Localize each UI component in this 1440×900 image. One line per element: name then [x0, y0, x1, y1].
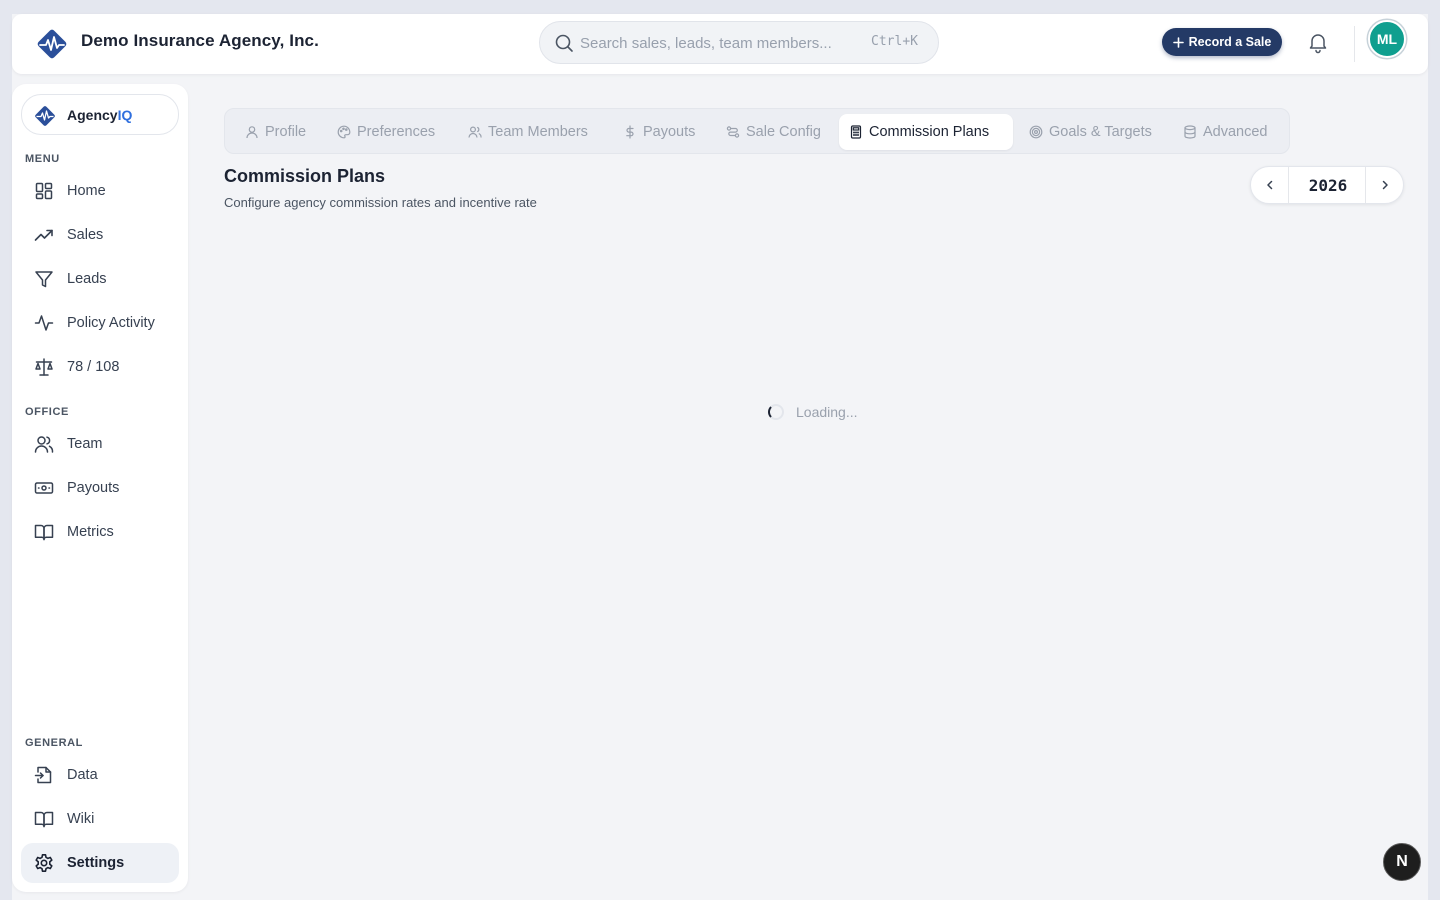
sidebar-item-scale[interactable]: 78 / 108 — [21, 347, 179, 387]
spinner-icon — [768, 404, 784, 420]
tab-team-members[interactable]: Team Members — [458, 114, 598, 150]
page-subtitle: Configure agency commission rates and in… — [224, 195, 537, 210]
dev-tools-button[interactable]: N — [1383, 843, 1421, 881]
search-icon — [555, 34, 573, 52]
loading-indicator: Loading... — [768, 404, 858, 420]
users-icon — [34, 436, 54, 453]
sidebar-item-label: Metrics — [67, 524, 114, 540]
header-divider — [1354, 26, 1355, 62]
sidebar-item-label: Payouts — [67, 480, 120, 496]
sidebar-item-label: Sales — [67, 227, 104, 243]
sidebar-item-label: Policy Activity — [67, 315, 155, 331]
sidebar-item-data[interactable]: Data — [21, 755, 179, 795]
book-open-icon — [34, 811, 54, 828]
sidebar-item-label: Wiki — [67, 811, 95, 827]
year-value: 2026 — [1308, 175, 1348, 195]
avatar[interactable]: ML — [1368, 20, 1406, 58]
sidebar-item-label: Leads — [67, 271, 107, 287]
sidebar-item-policy-activity[interactable]: Policy Activity — [21, 303, 179, 343]
sidebar-item-team[interactable]: Team — [21, 424, 179, 464]
sidebar-item-settings[interactable]: Settings — [21, 843, 179, 883]
sidebar-item-leads[interactable]: Leads — [21, 259, 179, 299]
target-icon — [1029, 125, 1043, 139]
section-label-general: GENERAL — [25, 737, 83, 749]
activity-icon — [34, 315, 54, 331]
next-year-button[interactable] — [1365, 167, 1403, 203]
user-icon — [246, 126, 258, 139]
section-label-menu: MENU — [25, 153, 60, 165]
tab-payouts[interactable]: Payouts — [613, 114, 705, 150]
previous-year-button[interactable] — [1251, 167, 1289, 203]
sidebar-item-wiki[interactable]: Wiki — [21, 799, 179, 839]
tab-preferences[interactable]: Preferences — [327, 114, 445, 150]
sidebar-item-home[interactable]: Home — [21, 171, 179, 211]
tab-advanced[interactable]: Advanced — [1173, 114, 1278, 150]
funnel-icon — [35, 271, 53, 288]
settings-tabs: Profile Preferences Team Members Payouts… — [224, 108, 1290, 154]
sidebar-item-payouts[interactable]: Payouts — [21, 468, 179, 508]
sidebar-item-label: Home — [67, 183, 106, 199]
database-icon — [1184, 125, 1196, 139]
loading-text: Loading... — [796, 404, 858, 420]
calculator-icon — [850, 125, 862, 139]
gear-icon — [35, 854, 53, 872]
bell-icon[interactable] — [1306, 30, 1330, 54]
agency-name: Demo Insurance Agency, Inc. — [81, 31, 319, 50]
search-bar[interactable]: Ctrl+K — [539, 21, 939, 64]
year-picker: 2026 — [1250, 166, 1404, 204]
search-input[interactable] — [580, 30, 850, 56]
palette-icon — [337, 125, 351, 139]
banknote-icon — [34, 482, 54, 494]
grid-icon — [35, 182, 53, 200]
tab-commission-plans[interactable]: Commission Plans — [839, 114, 1013, 150]
agencyiq-logo-icon — [35, 106, 55, 126]
file-import-icon — [34, 766, 52, 784]
plus-icon — [1172, 36, 1184, 48]
sidebar-item-label: Settings — [67, 855, 125, 871]
sidebar-item-metrics[interactable]: Metrics — [21, 512, 179, 552]
tab-profile[interactable]: Profile — [235, 114, 316, 150]
search-shortcut: Ctrl+K — [871, 34, 918, 49]
dollar-icon — [626, 125, 634, 139]
agency-logo-icon[interactable] — [34, 26, 70, 62]
sidebar-brand-name: AgencyIQ — [67, 107, 133, 123]
sidebar: AgencyIQ MENU Home Sales Leads Policy Ac… — [12, 84, 188, 892]
users-icon — [468, 126, 482, 138]
tab-sale-config[interactable]: Sale Config — [716, 114, 831, 150]
sidebar-item-label: 78 / 108 — [67, 359, 120, 375]
trending-up-icon — [34, 229, 53, 241]
sidebar-item-sales[interactable]: Sales — [21, 215, 179, 255]
route-icon — [726, 126, 740, 138]
sidebar-brand[interactable]: AgencyIQ — [21, 94, 179, 135]
scale-icon — [35, 358, 53, 376]
chevron-left-icon — [1266, 180, 1272, 190]
sidebar-item-label: Team — [67, 436, 103, 452]
page-title: Commission Plans — [224, 166, 386, 186]
book-icon — [34, 524, 54, 541]
chevron-right-icon — [1382, 180, 1388, 190]
record-sale-label: Record a Sale — [1188, 35, 1272, 49]
sidebar-item-label: Data — [67, 767, 98, 783]
section-label-office: OFFICE — [25, 406, 69, 418]
top-bar: Demo Insurance Agency, Inc. Ctrl+K Recor… — [12, 14, 1428, 74]
record-sale-button[interactable]: Record a Sale — [1162, 28, 1282, 56]
tab-goals-targets[interactable]: Goals & Targets — [1019, 114, 1162, 150]
